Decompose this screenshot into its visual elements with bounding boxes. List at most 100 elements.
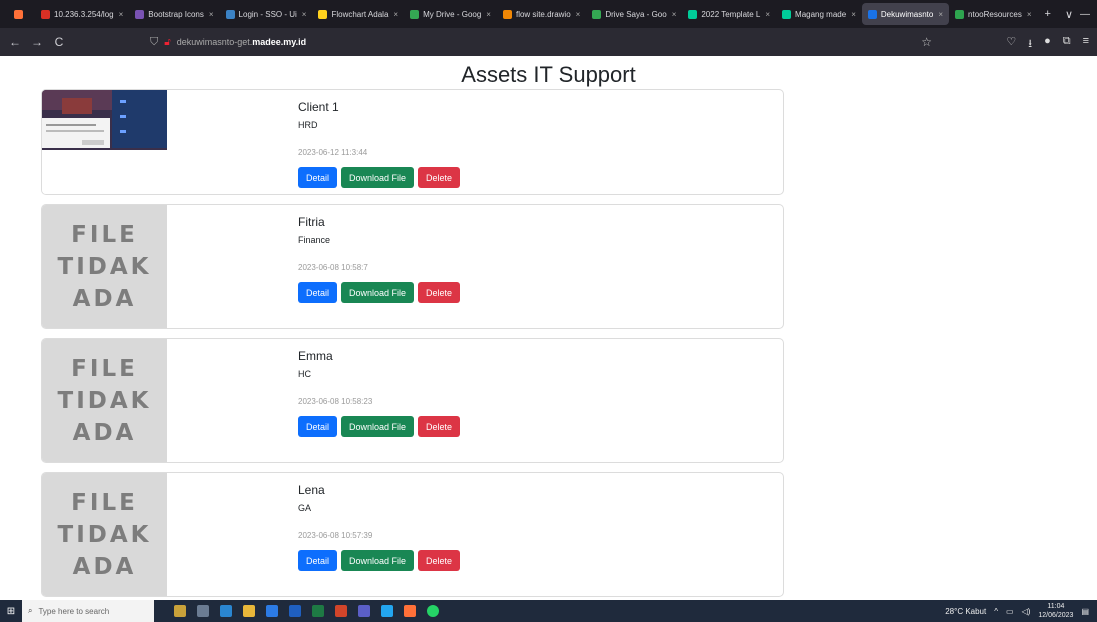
pocket-icon[interactable]: ♡ bbox=[1006, 35, 1016, 54]
volume-icon[interactable]: ◁) bbox=[1022, 607, 1031, 616]
close-tab-icon[interactable]: × bbox=[1027, 10, 1032, 19]
bookmark-star-icon[interactable]: ☆ bbox=[921, 35, 940, 49]
client-name: Fitria bbox=[298, 215, 325, 229]
page-title: Assets IT Support bbox=[461, 62, 636, 87]
powerpoint-icon[interactable] bbox=[335, 605, 347, 617]
upload-date: 2023-06-08 10:58:7 bbox=[298, 263, 368, 272]
extensions-puzzle-icon[interactable]: ⧉ bbox=[1063, 35, 1071, 54]
delete-button[interactable]: Delete bbox=[418, 282, 461, 303]
clock[interactable]: 11:04 12/06/2023 bbox=[1038, 602, 1073, 620]
close-tab-icon[interactable]: × bbox=[576, 10, 581, 19]
delete-button[interactable]: Delete bbox=[418, 416, 461, 437]
tab-favicon-icon bbox=[225, 9, 235, 19]
menu-icon[interactable]: ≡ bbox=[1083, 35, 1089, 54]
vscode-icon[interactable] bbox=[381, 605, 393, 617]
tab-favicon-icon bbox=[867, 9, 877, 19]
browser-tab[interactable]: Login - SSO - Ui × bbox=[220, 3, 313, 25]
browser-tab[interactable]: ntooResources × bbox=[949, 3, 1037, 25]
firefox-icon[interactable] bbox=[404, 605, 416, 617]
excel-icon[interactable] bbox=[312, 605, 324, 617]
tab-label: Flowchart Adala bbox=[331, 9, 389, 19]
tab-favicon-icon bbox=[782, 9, 792, 19]
browser-tab-strip: 10.236.3.254/log × Bootstrap Icons × Login -… bbox=[0, 0, 1097, 28]
insecure-lock-icon[interactable]: 🔓︎ bbox=[164, 37, 170, 48]
detail-button[interactable]: Detail bbox=[298, 550, 338, 571]
close-tab-icon[interactable]: × bbox=[302, 10, 307, 19]
close-tab-icon[interactable]: × bbox=[765, 10, 770, 19]
new-tab-button[interactable]: + bbox=[1038, 8, 1058, 20]
browser-tab[interactable]: Bootstrap Icons × bbox=[129, 3, 219, 25]
tracking-shield-icon[interactable]: ⛉ bbox=[150, 36, 158, 49]
file-missing-placeholder: FILE TIDAK ADA bbox=[42, 339, 167, 462]
asset-card-2: FILE TIDAK ADA Fitria Finance 2023-06-08 1… bbox=[41, 204, 784, 329]
download-file-button[interactable]: Download File bbox=[341, 167, 415, 188]
asset-card-3: FILE TIDAK ADA Emma HC 2023-06-08 10:58:23… bbox=[41, 338, 784, 463]
downloads-icon[interactable]: ⭳ bbox=[1028, 35, 1032, 54]
tab-list: 10.236.3.254/log × Bootstrap Icons × Login -… bbox=[6, 3, 1038, 25]
tab-label: 2022 Template L bbox=[701, 9, 761, 19]
teams-icon[interactable] bbox=[358, 605, 370, 617]
file-missing-placeholder: FILE TIDAK ADA bbox=[42, 205, 167, 328]
task-view-icon[interactable] bbox=[197, 605, 209, 617]
tab-favicon-icon bbox=[592, 9, 602, 19]
whatsapp-icon[interactable] bbox=[427, 605, 439, 617]
weather-widget[interactable]: 28°C Kabut bbox=[945, 607, 986, 616]
close-tab-icon[interactable]: × bbox=[209, 10, 214, 19]
close-tab-icon[interactable]: × bbox=[938, 10, 943, 19]
detail-button[interactable]: Detail bbox=[298, 282, 338, 303]
close-tab-icon[interactable]: × bbox=[851, 10, 856, 19]
firefox-menu-button[interactable] bbox=[6, 3, 35, 25]
edge-icon[interactable] bbox=[220, 605, 232, 617]
back-button[interactable]: ← bbox=[4, 35, 26, 49]
widgets-icon[interactable] bbox=[174, 605, 186, 617]
tab-label: ntooResources bbox=[968, 9, 1022, 19]
reload-button[interactable]: C bbox=[48, 35, 70, 49]
close-tab-icon[interactable]: × bbox=[672, 10, 677, 19]
network-icon[interactable]: ▭ bbox=[1006, 607, 1014, 616]
browser-tab[interactable]: Drive Saya - Goo × bbox=[586, 3, 682, 25]
system-tray: 28°C Kabut ^ ▭ ◁) 11:04 12/06/2023 ▤ bbox=[945, 602, 1097, 620]
store-icon[interactable] bbox=[266, 605, 278, 617]
detail-button[interactable]: Detail bbox=[298, 167, 338, 188]
file-explorer-icon[interactable] bbox=[243, 605, 255, 617]
tab-favicon-icon bbox=[41, 9, 50, 19]
detail-button[interactable]: Detail bbox=[298, 416, 338, 437]
windows-start-icon[interactable]: ⊞ bbox=[0, 606, 22, 617]
page-content: Assets IT Support Client 1 HRD 2023-06-1… bbox=[0, 56, 1097, 600]
download-file-button[interactable]: Download File bbox=[341, 550, 415, 571]
word-icon[interactable] bbox=[289, 605, 301, 617]
card-body: Emma HC 2023-06-08 10:58:23 Detail Downl… bbox=[298, 349, 461, 437]
delete-button[interactable]: Delete bbox=[418, 550, 461, 571]
close-tab-icon[interactable]: × bbox=[393, 10, 398, 19]
taskbar-search-box[interactable]: ⌕ Type here to search bbox=[22, 600, 154, 622]
download-file-button[interactable]: Download File bbox=[341, 282, 415, 303]
browser-tab[interactable]: 2022 Template L × bbox=[682, 3, 776, 25]
close-tab-icon[interactable]: × bbox=[119, 10, 124, 19]
tab-favicon-icon bbox=[14, 9, 23, 19]
browser-tab[interactable]: Flowchart Adala × bbox=[312, 3, 404, 25]
browser-tab[interactable]: 10.236.3.254/log × bbox=[35, 3, 129, 25]
tab-label: flow site.drawio bbox=[515, 9, 571, 19]
browser-tab[interactable]: Magang made × bbox=[776, 3, 862, 25]
client-name: Client 1 bbox=[298, 100, 339, 114]
address-bar[interactable]: ⛉ 🔓︎ dekuwimasnto-get. madee.my.id ☆ bbox=[150, 31, 940, 53]
asset-card-1: Client 1 HRD 2023-06-12 11:3:44 Detail D… bbox=[41, 89, 784, 195]
notifications-icon[interactable]: ▤ bbox=[1081, 607, 1089, 616]
tab-label: My Drive - Goog bbox=[423, 9, 482, 19]
clock-time: 11:04 bbox=[1047, 603, 1065, 610]
asset-thumbnail[interactable] bbox=[42, 90, 167, 194]
close-tab-icon[interactable]: × bbox=[486, 10, 491, 19]
minimize-button[interactable]: — bbox=[1080, 9, 1090, 20]
tray-overflow-icon[interactable]: ^ bbox=[994, 607, 998, 616]
browser-tab[interactable]: flow site.drawio × bbox=[497, 3, 586, 25]
forward-button[interactable]: → bbox=[26, 35, 48, 49]
tab-favicon-icon bbox=[135, 9, 145, 19]
browser-nav-bar: ← → C ⛉ 🔓︎ dekuwimasnto-get. madee.my.id … bbox=[0, 28, 1097, 56]
download-file-button[interactable]: Download File bbox=[341, 416, 415, 437]
delete-button[interactable]: Delete bbox=[418, 167, 461, 188]
tab-list-button[interactable]: ∨ bbox=[1058, 8, 1080, 21]
search-icon: ⌕ bbox=[28, 606, 33, 615]
browser-tab[interactable]: Dekuwimasnto × bbox=[861, 3, 950, 25]
extension-icon[interactable]: ● bbox=[1044, 35, 1051, 54]
browser-tab[interactable]: My Drive - Goog × bbox=[404, 3, 497, 25]
